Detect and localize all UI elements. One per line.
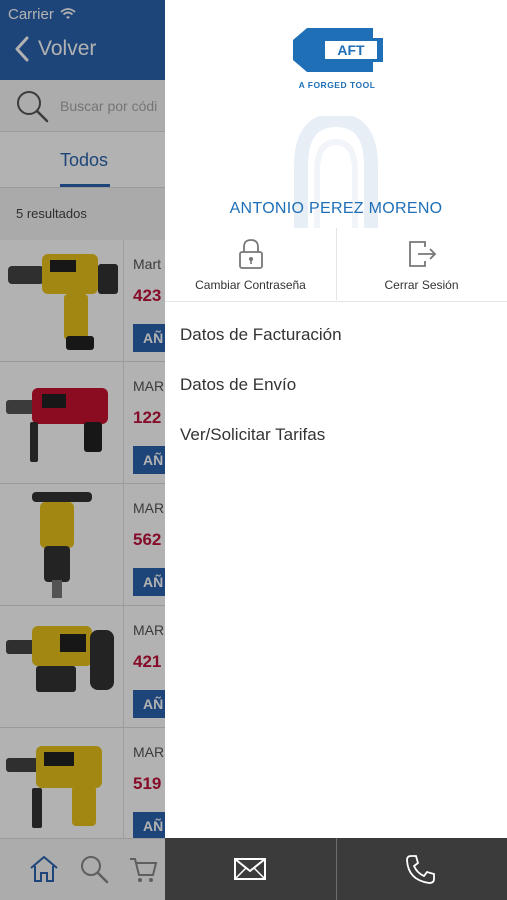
- user-name: ANTONIO PEREZ MORENO: [229, 200, 443, 217]
- account-actions: Cambiar Contraseña Cerrar Sesión: [165, 228, 507, 302]
- mail-icon: [234, 858, 266, 880]
- drawer-menu: Datos de Facturación Datos de Envío Ver/…: [165, 310, 507, 460]
- logout-button[interactable]: Cerrar Sesión: [336, 228, 507, 300]
- change-password-button[interactable]: Cambiar Contraseña: [165, 228, 336, 300]
- menu-item-billing-data[interactable]: Datos de Facturación: [165, 310, 507, 360]
- menu-item-shipping-data[interactable]: Datos de Envío: [165, 360, 507, 410]
- email-button[interactable]: [165, 838, 336, 900]
- drawer-footer: [165, 838, 507, 900]
- lock-icon: [238, 239, 263, 269]
- aft-logo-mark: AFT: [293, 28, 383, 72]
- phone-icon: [406, 855, 435, 884]
- logo-text: AFT: [337, 42, 365, 58]
- logout-icon: [408, 241, 436, 267]
- side-menu-drawer: AFT A FORGED TOOL ANTONIO PEREZ MORENO C…: [165, 0, 507, 900]
- menu-item-rates[interactable]: Ver/Solicitar Tarifas: [165, 410, 507, 460]
- logo-tagline: A FORGED TOOL: [298, 80, 376, 90]
- aft-logo: AFT A FORGED TOOL: [285, 26, 389, 94]
- logout-label: Cerrar Sesión: [384, 278, 459, 292]
- change-password-label: Cambiar Contraseña: [195, 278, 306, 292]
- phone-button[interactable]: [336, 838, 507, 900]
